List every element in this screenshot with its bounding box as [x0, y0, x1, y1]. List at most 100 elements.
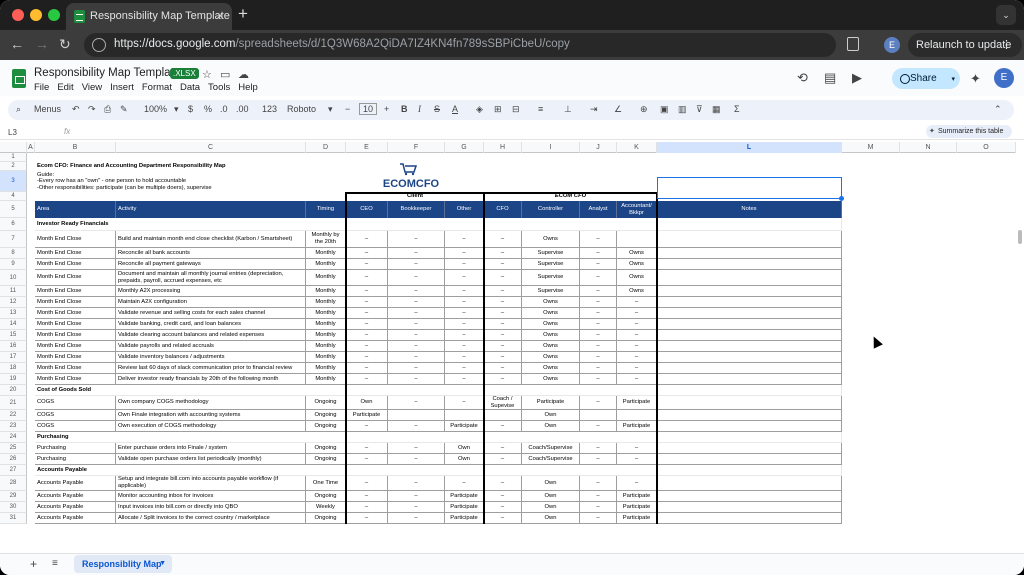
new-tab-icon[interactable]: + [238, 4, 248, 24]
data-cell[interactable]: Monthly A2X processing [116, 286, 306, 297]
data-cell[interactable]: – [346, 248, 388, 259]
notes-cell[interactable] [657, 476, 842, 491]
filter-icon[interactable]: ⊽ [696, 104, 703, 115]
text-color-icon[interactable]: A [452, 104, 458, 114]
data-cell[interactable]: Owns [522, 319, 580, 330]
data-cell[interactable]: – [346, 513, 388, 524]
data-cell[interactable]: – [580, 297, 617, 308]
data-cell[interactable]: – [484, 491, 522, 502]
data-cell[interactable]: Build and maintain month end close check… [116, 231, 306, 248]
data-cell[interactable]: – [445, 319, 484, 330]
menu-insert[interactable]: Insert [110, 82, 134, 93]
data-cell[interactable]: – [580, 286, 617, 297]
sheets-logo-icon[interactable] [12, 69, 26, 88]
data-cell[interactable]: Owns [617, 259, 657, 270]
row-header[interactable]: 28 [0, 476, 27, 491]
data-cell[interactable]: – [580, 443, 617, 454]
data-cell[interactable]: Validate inventory balances / adjustment… [116, 352, 306, 363]
extensions-icon[interactable] [847, 37, 859, 51]
filter-views-icon[interactable]: ▦ [712, 104, 721, 115]
paint-format-icon[interactable]: ✎ [120, 104, 128, 115]
menu-file[interactable]: File [34, 82, 49, 93]
data-cell[interactable]: Reconcile all bank accounts [116, 248, 306, 259]
data-cell[interactable]: Accounts Payable [35, 513, 116, 524]
data-cell[interactable]: Validate open purchase orders list perio… [116, 454, 306, 465]
column-header-i[interactable]: I [522, 142, 580, 153]
notes-cell[interactable] [657, 330, 842, 341]
functions-icon[interactable]: Σ [734, 104, 740, 114]
name-box[interactable]: L3 [8, 128, 17, 137]
data-cell[interactable]: – [580, 396, 617, 410]
insert-chart-icon[interactable]: ▥ [678, 104, 687, 115]
data-cell[interactable]: – [445, 352, 484, 363]
data-cell[interactable]: – [388, 286, 445, 297]
data-cell[interactable]: – [580, 491, 617, 502]
percent-format-button[interactable]: % [204, 104, 212, 114]
vertical-scrollbar[interactable] [1016, 142, 1024, 553]
browser-profile-avatar[interactable]: E [884, 37, 900, 53]
notes-cell[interactable] [657, 491, 842, 502]
notes-cell[interactable] [657, 410, 842, 421]
redo-icon[interactable]: ↷ [88, 104, 96, 115]
menu-view[interactable]: View [82, 82, 102, 93]
data-cell[interactable]: Coach/Supervise [522, 443, 580, 454]
data-cell[interactable]: Owns [617, 248, 657, 259]
data-cell[interactable]: Owns [522, 374, 580, 385]
data-cell[interactable]: – [445, 341, 484, 352]
row-header[interactable]: 20 [0, 385, 27, 396]
data-cell[interactable]: – [445, 363, 484, 374]
data-cell[interactable]: – [388, 231, 445, 248]
browser-tab[interactable]: Responsibility Map Template × [66, 3, 232, 30]
data-cell[interactable]: – [388, 454, 445, 465]
sheet-title[interactable]: Ecom CFO: Finance and Accounting Departm… [35, 162, 388, 171]
row-header[interactable]: 17 [0, 352, 27, 363]
column-header-c[interactable]: C [116, 142, 306, 153]
data-cell[interactable] [617, 410, 657, 421]
data-cell[interactable]: Ongoing [306, 443, 346, 454]
data-cell[interactable]: Ongoing [306, 513, 346, 524]
data-cell[interactable]: – [346, 231, 388, 248]
data-cell[interactable]: Own company COGS methodology [116, 396, 306, 410]
row-header[interactable]: 6 [0, 218, 27, 231]
data-cell[interactable] [580, 410, 617, 421]
data-cell[interactable]: Purchasing [35, 454, 116, 465]
data-cell[interactable]: – [346, 443, 388, 454]
insert-link-icon[interactable]: ⊕ [640, 104, 648, 115]
notes-cell[interactable] [657, 286, 842, 297]
row-header[interactable]: 29 [0, 491, 27, 502]
row-header[interactable]: 5 [0, 201, 27, 218]
data-cell[interactable]: – [388, 502, 445, 513]
data-cell[interactable]: – [445, 270, 484, 286]
data-cell[interactable]: Accounts Payable [35, 476, 116, 491]
data-cell[interactable]: – [484, 341, 522, 352]
data-cell[interactable]: – [484, 513, 522, 524]
data-cell[interactable]: – [484, 297, 522, 308]
currency-format-button[interactable]: $ [188, 104, 193, 114]
data-cell[interactable]: Owns [522, 363, 580, 374]
notes-cell[interactable] [657, 308, 842, 319]
data-cell[interactable]: Monthly [306, 374, 346, 385]
section-header[interactable]: Accounts Payable [35, 465, 842, 476]
merge-cells-icon[interactable]: ⊟ [512, 104, 520, 115]
row-header[interactable]: 8 [0, 248, 27, 259]
data-cell[interactable]: Month End Close [35, 374, 116, 385]
data-cell[interactable]: – [346, 421, 388, 432]
text-rotation-icon[interactable]: ∠ [614, 104, 622, 115]
data-cell[interactable]: – [388, 270, 445, 286]
data-cell[interactable]: Monthly [306, 341, 346, 352]
data-cell[interactable]: Monthly [306, 259, 346, 270]
data-cell[interactable]: Deliver investor ready financials by 20t… [116, 374, 306, 385]
data-cell[interactable]: Ongoing [306, 396, 346, 410]
data-cell[interactable]: Owns [522, 297, 580, 308]
data-cell[interactable]: Supervise [522, 248, 580, 259]
data-cell[interactable]: Supervise [522, 259, 580, 270]
notes-cell[interactable] [657, 341, 842, 352]
data-cell[interactable]: – [346, 502, 388, 513]
menu-tools[interactable]: Tools [208, 82, 230, 93]
data-cell[interactable]: Monthly [306, 297, 346, 308]
data-cell[interactable]: Own [445, 454, 484, 465]
column-label[interactable]: Analyst [580, 201, 617, 218]
data-cell[interactable]: – [445, 231, 484, 248]
data-cell[interactable] [445, 410, 484, 421]
data-cell[interactable]: Month End Close [35, 341, 116, 352]
